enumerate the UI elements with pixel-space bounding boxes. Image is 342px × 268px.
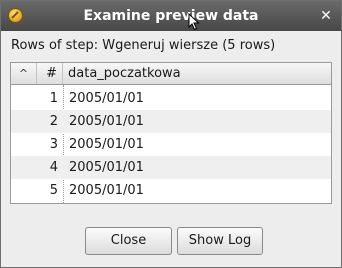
window-title: Examine preview data — [83, 8, 259, 24]
data-poczatkowa-cell[interactable]: 2005/01/01 — [69, 87, 144, 110]
data-poczatkowa-cell[interactable]: 2005/01/01 — [69, 156, 144, 179]
data-poczatkowa-cell[interactable]: 2005/01/01 — [69, 179, 144, 202]
sort-toggle-icon[interactable]: ^ — [11, 63, 37, 84]
preview-table: ^ # data_poczatkowa 1 2005/01/01 2 2005/… — [10, 62, 332, 204]
row-number-cell: 2 — [49, 114, 58, 129]
mouse-pointer-icon — [188, 13, 200, 31]
row-number-cell: 1 — [49, 91, 58, 106]
table-row[interactable]: 5 2005/01/01 — [11, 179, 331, 202]
row-number-cell: 3 — [49, 137, 58, 152]
column-header-row-number[interactable]: # — [37, 63, 63, 84]
table-row[interactable]: 4 2005/01/01 — [11, 156, 331, 179]
close-window-icon[interactable]: ✕ — [319, 7, 333, 25]
table-row[interactable]: 1 2005/01/01 — [11, 87, 331, 110]
column-header-data-poczatkowa[interactable]: data_poczatkowa — [63, 63, 331, 84]
table-header: ^ # data_poczatkowa — [11, 63, 331, 85]
close-button[interactable]: Close — [85, 227, 172, 255]
table-row[interactable]: 3 2005/01/01 — [11, 133, 331, 156]
table-row[interactable]: 2 2005/01/01 — [11, 110, 331, 133]
row-number-cell: 5 — [49, 183, 58, 198]
show-log-button[interactable]: Show Log — [177, 227, 263, 255]
data-poczatkowa-cell[interactable]: 2005/01/01 — [69, 110, 144, 133]
dialog-window: Examine preview data ✕ Rows of step: Wge… — [0, 0, 342, 268]
data-poczatkowa-cell[interactable]: 2005/01/01 — [69, 133, 144, 156]
table-body: 1 2005/01/01 2 2005/01/01 3 2005/01/01 4… — [11, 87, 331, 202]
title-bar[interactable]: Examine preview data ✕ — [1, 1, 341, 31]
row-number-cell: 4 — [49, 160, 58, 175]
rows-of-step-label: Rows of step: Wgeneruj wiersze (5 rows) — [11, 38, 276, 53]
